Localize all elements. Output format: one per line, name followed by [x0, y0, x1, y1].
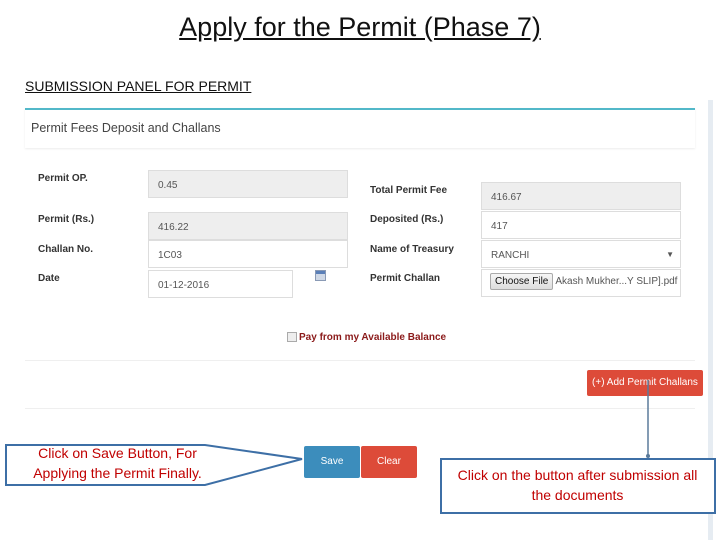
save-callout-text: Click on Save Button, For Applying the P… [33, 445, 202, 481]
add-challan-callout-text: Click on the button after submission all… [457, 467, 698, 503]
